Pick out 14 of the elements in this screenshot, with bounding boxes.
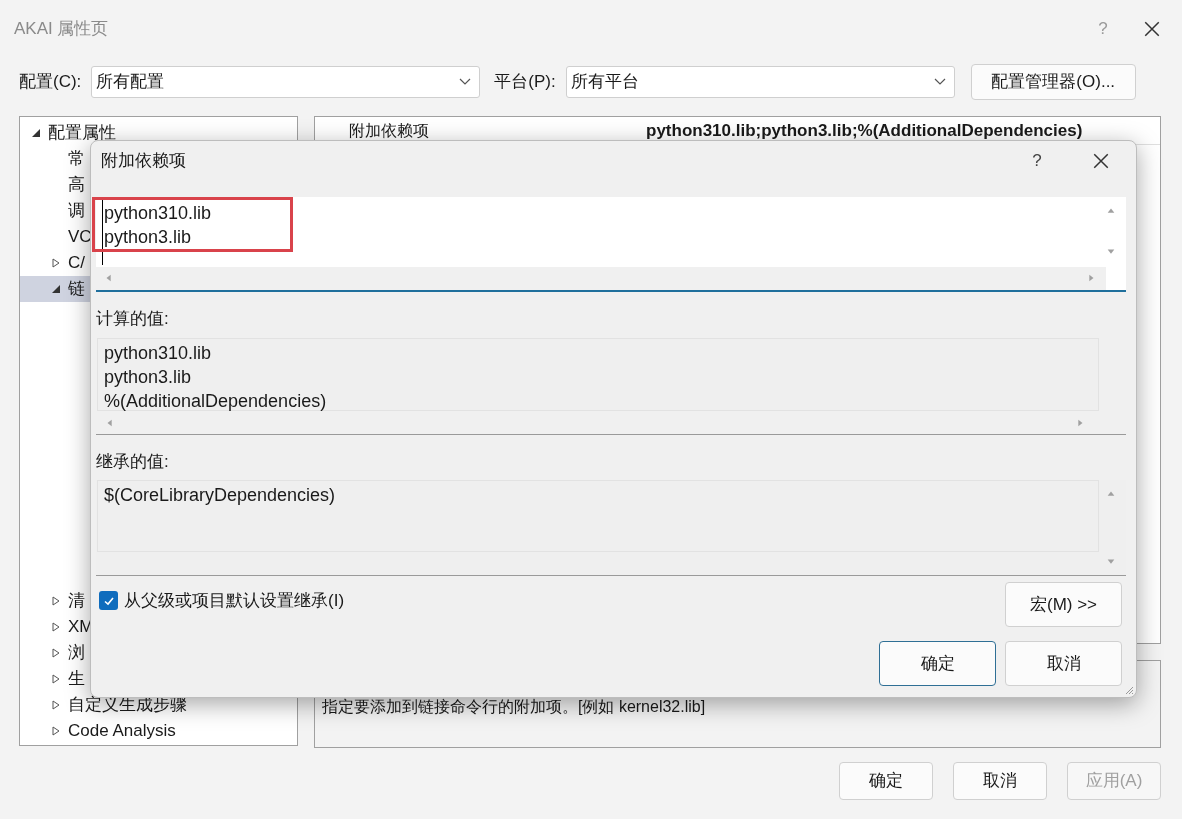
section-label: 继承的值: [96, 450, 170, 473]
dropdown-value: 所有平台 [570, 71, 639, 94]
property-name: 附加依赖项 [348, 120, 430, 141]
dialog-title: 附加依赖项 [101, 150, 187, 173]
dropdown-value: 所有配置 [96, 71, 165, 94]
field-label: 平台(P): [494, 71, 556, 94]
field-label: 配置(C): [19, 71, 82, 94]
description-text: 指定要添加到链接命令行的附加项。[例如 kernel32.lib] [322, 698, 706, 715]
property-value: python310.lib;python3.lib;%(AdditionalDependencies) [646, 119, 1083, 142]
checkbox-label: 从父级或项目默认设置继承(I) [124, 590, 345, 612]
readonly-field: $(CoreLibraryDependencies) [97, 480, 1099, 552]
readonly-field: python310.lib python3.lib %(AdditionalDependencies) [97, 337, 1099, 411]
section-label: 计算的值: [96, 308, 170, 330]
window-title: AKAI 属性页 [14, 17, 110, 40]
